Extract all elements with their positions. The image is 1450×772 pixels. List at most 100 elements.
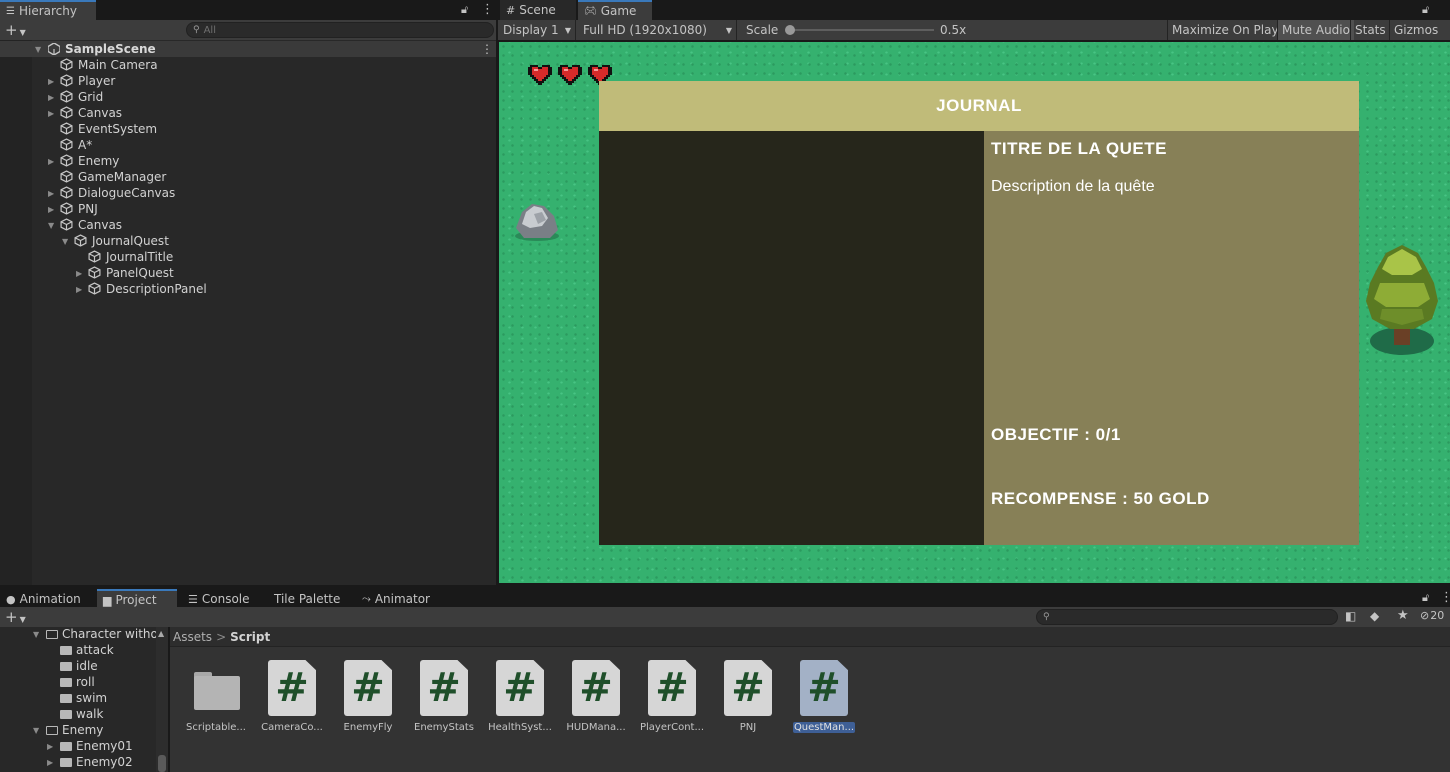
quest-title: TITRE DE LA QUETE bbox=[991, 139, 1167, 158]
hierarchy-item-label: Canvas bbox=[78, 218, 123, 232]
gameobject-cube-icon bbox=[60, 58, 73, 71]
csharp-script-icon: # bbox=[344, 660, 392, 716]
asset-script[interactable]: # CameraCo... bbox=[255, 660, 329, 733]
folder-icon bbox=[60, 709, 72, 719]
tab-scene-label: Scene bbox=[519, 3, 556, 17]
favorite-star-icon[interactable]: ★ bbox=[1397, 608, 1409, 623]
project-folder-item[interactable]: ▼ Enemy bbox=[0, 722, 156, 738]
scale-value: 0.5x bbox=[940, 23, 967, 37]
asset-script[interactable]: # PNJ bbox=[711, 660, 785, 733]
scene-row[interactable]: ▼ SampleScene ⋮ bbox=[0, 41, 496, 57]
project-create-button[interactable]: + ▼ bbox=[5, 609, 26, 628]
project-folder-item[interactable]: swim bbox=[0, 690, 156, 706]
tab-scene[interactable]: # Scene bbox=[500, 0, 576, 20]
asset-script[interactable]: # PlayerCont... bbox=[635, 660, 709, 733]
tab-game[interactable]: 🎮︎ Game bbox=[578, 0, 652, 20]
open-folder-icon bbox=[46, 725, 58, 735]
project-folder-item[interactable]: idle bbox=[0, 658, 156, 674]
project-folder-item[interactable]: ▶ Enemy02 bbox=[0, 754, 156, 770]
expand-arrow-icon[interactable]: ▶ bbox=[47, 742, 53, 751]
project-folder-item[interactable]: roll bbox=[0, 674, 156, 690]
asset-script[interactable]: # EnemyStats bbox=[407, 660, 481, 733]
scene-menu-icon[interactable]: ⋮ bbox=[481, 42, 493, 56]
kebab-menu-icon[interactable]: ⋮ bbox=[481, 2, 494, 17]
search-icon: ⚲ bbox=[193, 25, 200, 35]
gameobject-cube-icon bbox=[60, 170, 73, 183]
expand-arrow-icon[interactable]: ▶ bbox=[48, 77, 54, 86]
asset-folder[interactable]: Scriptable... bbox=[179, 660, 253, 733]
asset-script[interactable]: # EnemyFly bbox=[331, 660, 405, 733]
tab-project[interactable]: ▆ Project bbox=[97, 589, 177, 609]
hidden-packages-toggle[interactable]: ⊘ 20 bbox=[1420, 609, 1444, 622]
resolution-dropdown[interactable]: Full HD (1920x1080) ▼ bbox=[577, 20, 737, 40]
hierarchy-item-label: GameManager bbox=[78, 170, 167, 184]
expand-arrow-icon[interactable]: ▶ bbox=[48, 109, 54, 118]
hierarchy-item-label: Enemy bbox=[78, 154, 120, 168]
asset-script[interactable]: # HUDMana... bbox=[559, 660, 633, 733]
lock-icon[interactable]: 🔓︎ bbox=[1422, 591, 1429, 605]
expand-arrow-icon[interactable]: ▶ bbox=[76, 269, 82, 278]
expand-arrow-icon[interactable]: ▶ bbox=[48, 205, 54, 214]
hierarchy-search-field[interactable]: ⚲ All bbox=[186, 22, 494, 38]
project-folder-item[interactable]: walk bbox=[0, 706, 156, 722]
expand-arrow-icon[interactable]: ▶ bbox=[48, 157, 54, 166]
hierarchy-item-label: PNJ bbox=[78, 202, 98, 216]
expand-arrow-icon[interactable]: ▶ bbox=[48, 93, 54, 102]
project-folder-item[interactable]: ▼ Character withou bbox=[0, 627, 165, 642]
asset-script[interactable]: # QuestMan... bbox=[787, 660, 861, 733]
gamepad-icon: 🎮︎ bbox=[584, 5, 597, 17]
asset-label: EnemyStats bbox=[414, 722, 474, 733]
folder-icon bbox=[60, 661, 72, 671]
project-tree-scrollbar[interactable]: ▲ bbox=[156, 627, 168, 772]
collapse-arrow-icon[interactable]: ▼ bbox=[35, 45, 41, 54]
asset-script[interactable]: # HealthSyst... bbox=[483, 660, 557, 733]
kebab-menu-icon[interactable]: ⋮ bbox=[1440, 590, 1450, 605]
asset-label: QuestMan... bbox=[793, 722, 855, 733]
search-by-type-icon[interactable]: ◧ bbox=[1345, 609, 1356, 623]
open-folder-icon bbox=[46, 629, 58, 639]
tab-hierarchy[interactable]: ☰ Hierarchy bbox=[0, 0, 96, 20]
project-tree-panel: ▼ Character withou attack idle roll swim walk ▼… bbox=[0, 627, 168, 772]
tab-animation[interactable]: ● Animation bbox=[0, 589, 96, 609]
project-folder-item[interactable]: ▶ Enemy01 bbox=[0, 738, 156, 754]
mute-audio-toggle[interactable]: Mute Audio bbox=[1277, 20, 1354, 40]
tab-hierarchy-label: Hierarchy bbox=[18, 4, 77, 18]
collapse-arrow-icon[interactable]: ▼ bbox=[62, 237, 68, 246]
scale-slider[interactable] bbox=[785, 25, 934, 35]
console-icon: ☰ bbox=[188, 592, 198, 606]
label-tag-icon[interactable]: ◆ bbox=[1370, 609, 1379, 623]
project-folder-label: idle bbox=[76, 659, 98, 673]
collapse-arrow-icon[interactable]: ▼ bbox=[48, 221, 54, 230]
csharp-script-icon: # bbox=[496, 660, 544, 716]
create-dropdown-button[interactable]: + ▼ bbox=[5, 22, 26, 41]
display-dropdown[interactable]: Display 1 ▼ bbox=[498, 20, 576, 40]
expand-arrow-icon[interactable]: ▶ bbox=[47, 758, 53, 767]
breadcrumb-assets[interactable]: Assets bbox=[173, 630, 212, 644]
breadcrumb-script[interactable]: Script bbox=[230, 630, 270, 644]
gizmos-toggle[interactable]: Gizmos bbox=[1389, 20, 1450, 40]
collapse-arrow-icon[interactable]: ▼ bbox=[33, 630, 39, 639]
stats-toggle[interactable]: Stats bbox=[1350, 20, 1390, 40]
lock-icon[interactable]: 🔓︎ bbox=[1422, 3, 1429, 17]
scrollbar-thumb[interactable] bbox=[158, 755, 166, 772]
heart-icon bbox=[558, 65, 582, 85]
tab-tile-palette[interactable]: Tile Palette bbox=[268, 589, 358, 609]
heart-icon bbox=[528, 65, 552, 85]
lock-icon[interactable]: 🔓︎ bbox=[461, 3, 468, 17]
quest-list-panel[interactable] bbox=[599, 131, 984, 545]
tab-animator-label: Animator bbox=[374, 592, 430, 606]
project-folder-item[interactable]: attack bbox=[0, 642, 156, 658]
scene-name: SampleScene bbox=[65, 42, 156, 56]
expand-arrow-icon[interactable]: ▶ bbox=[76, 285, 82, 294]
tab-console[interactable]: ☰ Console bbox=[182, 589, 262, 609]
expand-arrow-icon[interactable]: ▶ bbox=[48, 189, 54, 198]
tab-animator[interactable]: ⤳ Animator bbox=[356, 589, 446, 609]
csharp-script-icon: # bbox=[268, 660, 316, 716]
hierarchy-item-label: Main Camera bbox=[78, 58, 158, 72]
hierarchy-item-label: JournalTitle bbox=[106, 250, 174, 264]
collapse-arrow-icon[interactable]: ▼ bbox=[33, 726, 39, 735]
scale-slider-handle[interactable] bbox=[785, 25, 795, 35]
maximize-on-play-toggle[interactable]: Maximize On Play bbox=[1167, 20, 1283, 40]
project-search-field[interactable]: ⚲ bbox=[1036, 609, 1338, 625]
scroll-up-arrow-icon[interactable]: ▲ bbox=[158, 629, 164, 638]
